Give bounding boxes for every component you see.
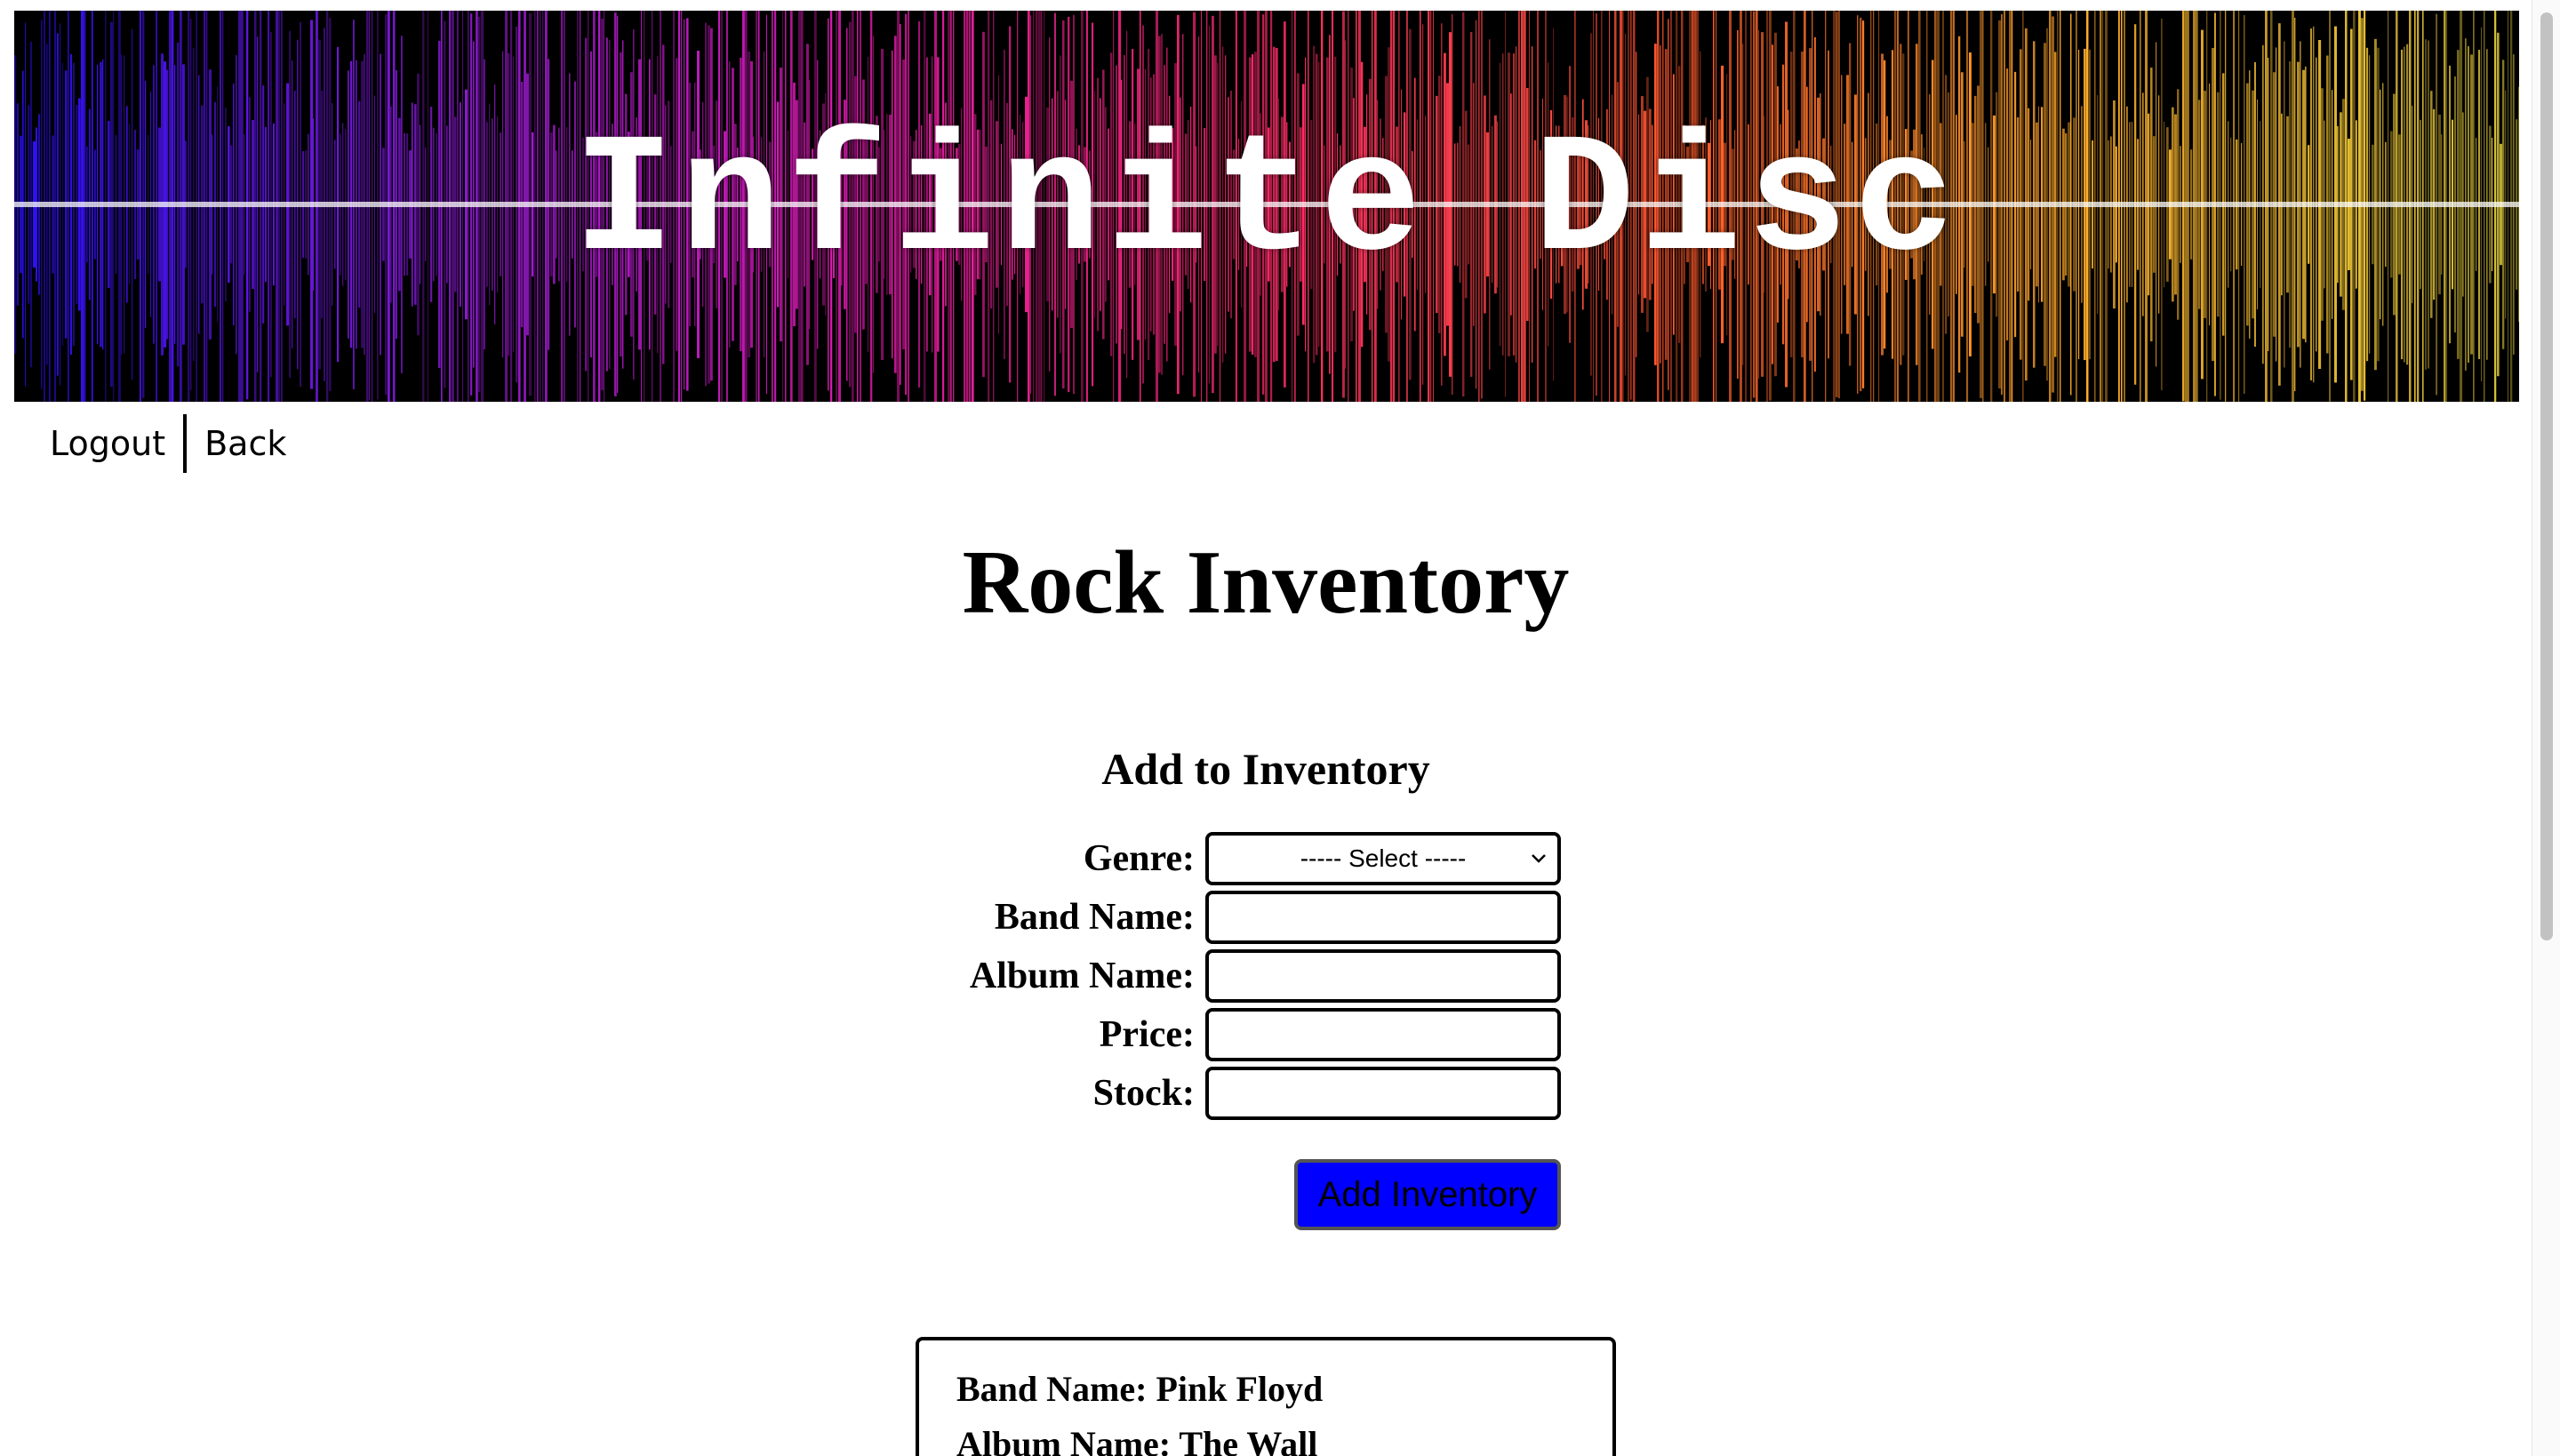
inventory-card: Band Name: Pink Floyd Album Name: The Wa…	[916, 1337, 1616, 1456]
genre-select[interactable]: ----- Select -----	[1205, 832, 1561, 885]
album-name-row: Album Name:	[0, 949, 2532, 1003]
stock-input[interactable]	[1205, 1067, 1561, 1120]
inventory-album-name: Album Name: The Wall	[956, 1424, 1318, 1456]
top-nav: Logout Back	[50, 414, 286, 473]
band-name-input[interactable]	[1205, 891, 1561, 944]
scrollbar-thumb[interactable]	[2540, 12, 2553, 940]
back-link[interactable]: Back	[204, 424, 286, 463]
logout-link[interactable]: Logout	[50, 424, 165, 463]
price-row: Price:	[0, 1008, 2532, 1061]
genre-row: Genre: ----- Select -----	[0, 832, 2532, 885]
price-input[interactable]	[1205, 1008, 1561, 1061]
band-name-row: Band Name:	[0, 891, 2532, 944]
page-title: Rock Inventory	[962, 532, 1570, 633]
album-name-label: Album Name:	[969, 956, 1195, 996]
album-name-input[interactable]	[1205, 949, 1561, 1003]
stock-label: Stock:	[1092, 1073, 1195, 1114]
form-title: Add to Inventory	[1101, 744, 1430, 794]
genre-selected-value: ----- Select -----	[1300, 844, 1467, 872]
add-inventory-button[interactable]: Add Inventory	[1294, 1159, 1561, 1230]
stock-row: Stock:	[0, 1067, 2532, 1120]
price-label: Price:	[1099, 1014, 1195, 1055]
site-banner: Infinite Disc	[14, 11, 2519, 402]
page-scrollbar[interactable]	[2532, 0, 2560, 1456]
genre-label: Genre:	[1083, 838, 1195, 879]
nav-divider	[183, 414, 188, 473]
site-title: Infinite Disc	[572, 108, 1961, 300]
band-name-label: Band Name:	[994, 897, 1195, 938]
inventory-band-name: Band Name: Pink Floyd	[956, 1369, 1324, 1409]
chevron-down-icon	[1532, 854, 1546, 863]
